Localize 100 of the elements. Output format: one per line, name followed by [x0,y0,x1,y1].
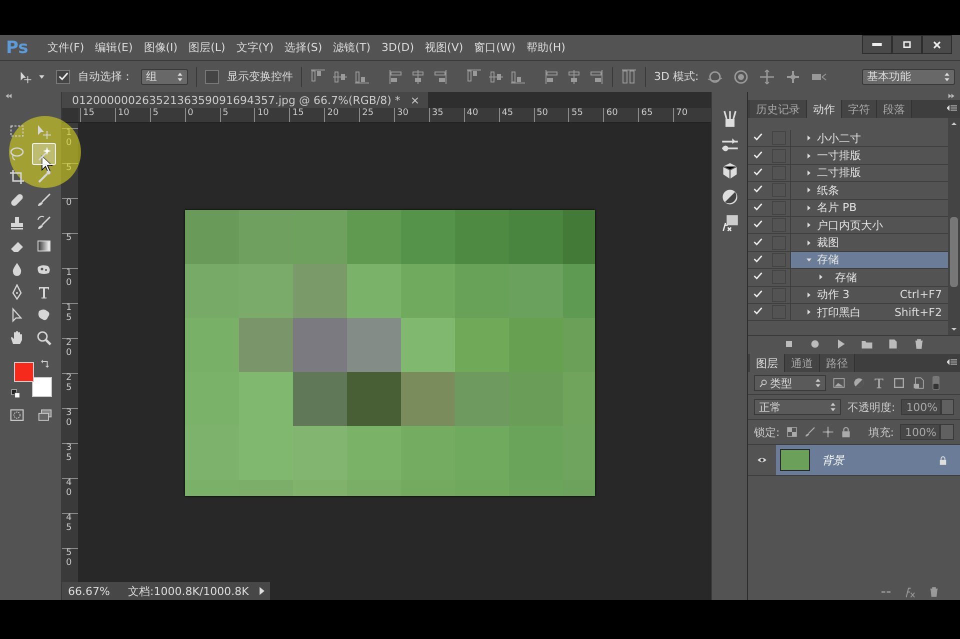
layer-name[interactable]: 背景 [822,452,844,468]
image-filter-icon[interactable] [832,376,846,390]
fill-field[interactable]: 100% [900,424,940,440]
close-button[interactable] [922,35,952,54]
trash-icon[interactable] [913,338,925,350]
minimize-button[interactable] [862,35,892,54]
background-color-swatch[interactable] [32,377,52,397]
action-name[interactable]: 名片 PB [817,200,857,216]
opacity-slider-button[interactable] [941,399,954,415]
scroll-down-icon[interactable] [951,327,957,332]
triangle-right-icon[interactable] [805,238,813,247]
adjustments-icon[interactable] [720,188,738,206]
align-bottom-icon[interactable] [354,68,370,84]
triangle-right-icon[interactable] [805,290,813,299]
brushes-icon[interactable] [720,110,738,128]
lock-transparency-icon[interactable] [786,426,798,438]
styles-fx-icon[interactable] [720,214,738,232]
panel-tab[interactable]: 通道 [785,354,820,372]
distribute-left-icon[interactable] [544,68,560,84]
action-name[interactable]: 动作 3 [817,287,850,302]
auto-align-icon[interactable] [621,68,637,84]
scrollbar[interactable] [948,118,960,335]
record-icon[interactable] [809,338,821,350]
triangle-right-icon[interactable] [817,273,825,282]
lock-icon[interactable] [840,426,852,438]
distribute-middle-icon[interactable] [488,68,504,84]
align-center-icon[interactable] [410,68,426,84]
lock-position-icon[interactable] [822,426,834,438]
menu-item[interactable]: 编辑(E) [90,40,138,55]
filter-dropdown[interactable]: 类型 [754,375,826,391]
action-name[interactable]: 户口内页大小 [817,218,883,233]
lock-pixels-brush-icon[interactable] [804,426,816,438]
distribute-center-icon[interactable] [566,68,582,84]
distribute-top-icon[interactable] [466,68,482,84]
triangle-right-icon[interactable] [805,186,813,194]
triangle-right-icon[interactable] [805,308,813,316]
menu-item[interactable]: 图像(I) [138,40,183,55]
menu-item[interactable]: 窗口(W) [469,40,521,55]
selected-layer-row[interactable]: 背景 [776,445,960,475]
tab-close-button[interactable]: × [410,94,420,106]
menu-item[interactable]: 帮助(H) [522,40,570,55]
align-middle-icon[interactable] [332,68,348,84]
roll-icon[interactable] [732,68,749,84]
panel-menu-icon[interactable] [947,104,957,112]
fill-slider-button[interactable] [940,424,954,440]
distribute-bottom-icon[interactable] [510,68,526,84]
type-filter-icon[interactable] [872,376,886,390]
distribute-right-icon[interactable] [588,68,604,84]
menu-item[interactable]: 视图(V) [420,40,468,55]
menu-item[interactable]: 图层(L) [184,40,230,55]
panel-tab[interactable]: 图层 [750,354,785,372]
align-top-icon[interactable] [310,68,326,84]
panel-tab[interactable]: 字符 [842,100,877,118]
arrow-right-icon[interactable] [258,586,266,596]
menu-item[interactable]: 滤镜(T) [328,40,376,55]
shape-filter-icon[interactable] [892,376,906,390]
align-right-icon[interactable] [432,68,448,84]
cube-icon[interactable] [720,162,738,180]
scroll-up-icon[interactable] [951,121,957,126]
triangle-right-icon[interactable] [805,221,813,230]
eye-icon[interactable] [756,455,768,465]
quick-mask-icon[interactable] [8,409,24,423]
default-colors-icon[interactable] [10,389,20,399]
fx-icon[interactable] [904,586,916,598]
action-name[interactable]: 打印黑白 [817,304,861,320]
play-icon[interactable] [835,338,847,350]
target-dropdown[interactable]: 组 [141,68,188,84]
brush-settings-icon[interactable] [720,136,738,154]
orbit-icon[interactable] [706,68,723,84]
action-name[interactable]: 纸条 [817,182,839,198]
maximize-button[interactable] [892,35,922,54]
panel-menu-icon[interactable] [947,358,957,366]
new-page-icon[interactable] [887,338,899,350]
selected-row-highlight[interactable]: 存储 [790,252,948,268]
menu-item[interactable]: 文件(F) [42,40,90,55]
slide-icon[interactable] [784,68,801,84]
foreground-color-swatch[interactable] [14,362,34,382]
menu-item[interactable]: 文字(Y) [231,40,279,55]
collapse-icon[interactable] [4,93,14,99]
triangle-right-icon[interactable] [805,134,813,142]
action-step[interactable]: 存储 [835,270,857,285]
checkbox[interactable] [205,70,219,84]
action-name[interactable]: 存储 [817,252,839,268]
zoom-level[interactable]: 66.67% [62,584,128,598]
checkbox[interactable] [56,70,70,84]
adjustment-filter-icon[interactable] [852,376,866,390]
filter-toggle-icon[interactable] [932,376,940,390]
action-name[interactable]: 裁图 [817,235,839,250]
action-name[interactable]: 二寸排版 [817,165,861,180]
scroll-thumb[interactable] [950,216,958,286]
blend-mode-dropdown[interactable]: 正常 [754,399,842,415]
document-tab[interactable]: 01200000026352136359091694357.jpg @ 66.7%(RGB/8) * × [62,92,428,108]
triangle-right-icon[interactable] [805,204,813,212]
magic-wand-tool[interactable] [32,143,56,165]
panel-tab[interactable]: 路径 [820,354,855,372]
align-left-icon[interactable] [388,68,404,84]
swap-arrows-icon[interactable] [40,359,50,369]
triangle-right-icon[interactable] [805,152,813,160]
smart-object-filter-icon[interactable] [912,376,926,390]
trash-icon[interactable] [928,586,940,598]
